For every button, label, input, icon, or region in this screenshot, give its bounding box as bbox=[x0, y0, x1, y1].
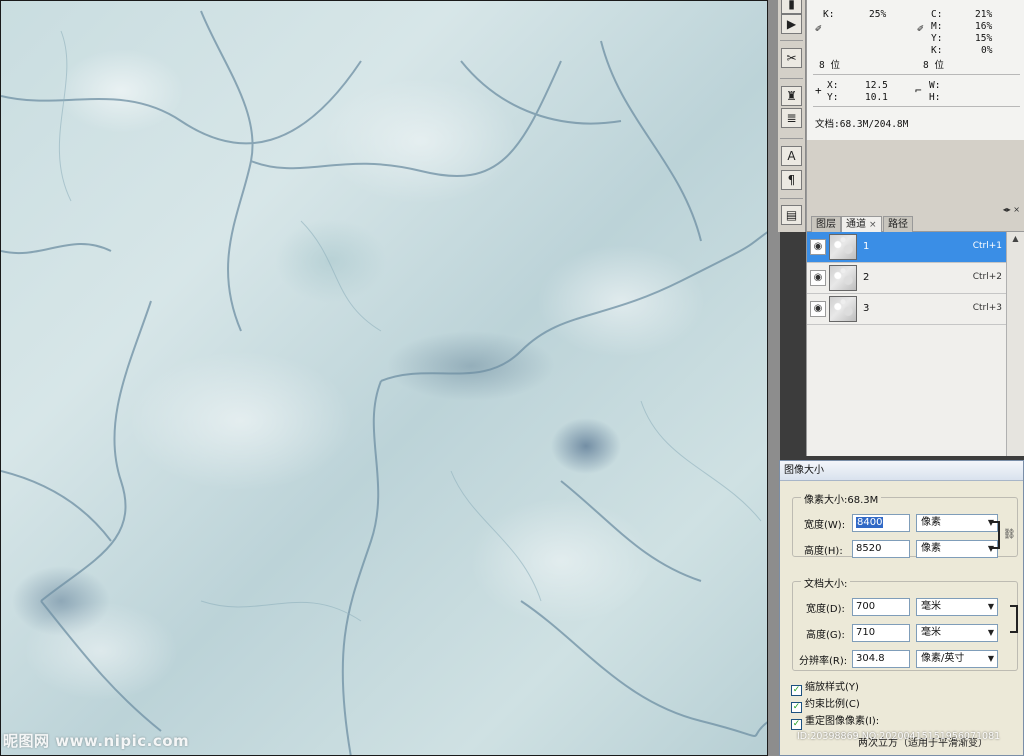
crosshair-icon: + bbox=[815, 84, 822, 97]
channel-shortcut: Ctrl+3 bbox=[972, 303, 1002, 313]
eye-icon[interactable]: ◉ bbox=[810, 239, 826, 255]
watermark-text: 昵图网 www.nipic.com bbox=[3, 732, 190, 750]
actions-icon[interactable]: ▮ bbox=[781, 0, 802, 14]
info-w-label: W: bbox=[929, 80, 941, 91]
selection-size-icon: ⌐ bbox=[915, 84, 922, 97]
chevron-down-icon: ▼ bbox=[987, 628, 994, 637]
info-k2-label: K: bbox=[931, 45, 943, 56]
info-k2-value: 0% bbox=[981, 45, 993, 56]
resolution-unit-select[interactable]: 像素/英寸 ▼ bbox=[916, 650, 998, 668]
chevron-down-icon: ▼ bbox=[987, 602, 994, 611]
constrain-bracket bbox=[992, 521, 1000, 549]
type-icon[interactable]: A bbox=[781, 146, 802, 166]
info-m-value: 16% bbox=[975, 21, 993, 32]
resample-checkbox[interactable]: ✓ 重定图像像素(I): bbox=[791, 715, 879, 730]
paragraph-icon[interactable]: ¶ bbox=[781, 170, 802, 190]
channel-name: 3 bbox=[863, 303, 870, 314]
brush-icon[interactable]: ✂ bbox=[781, 48, 802, 68]
image-id-overlay: ID:20398869 NO:20200415151956071081 bbox=[797, 731, 1001, 742]
chevron-down-icon: ▼ bbox=[987, 654, 994, 663]
eyedropper-icon: ✐ bbox=[815, 22, 822, 35]
pixel-width-input[interactable]: 8400 bbox=[852, 514, 910, 532]
play-icon[interactable]: ▶ bbox=[781, 14, 802, 34]
info-k-value: 25% bbox=[869, 9, 887, 20]
info-y-label: Y: bbox=[931, 33, 943, 44]
channel-name: 1 bbox=[863, 241, 870, 252]
info-doc-size: 文档:68.3M/204.8M bbox=[815, 119, 909, 130]
eye-icon[interactable]: ◉ bbox=[810, 270, 826, 286]
doc-width-unit-select[interactable]: 毫米 ▼ bbox=[916, 598, 998, 616]
dialog-title[interactable]: 图像大小 bbox=[780, 461, 1023, 481]
doc-constrain-bracket bbox=[1010, 605, 1018, 633]
palette-dock: ▮ ▶ ✂ ♜ ≣ A ¶ ▤ bbox=[778, 0, 806, 232]
document-size-title: 文档大小: bbox=[801, 575, 851, 590]
resolution-label: 分辨率(R): bbox=[799, 656, 848, 667]
doc-width-input[interactable]: 700 bbox=[852, 598, 910, 616]
channel-row[interactable]: ◉ 3 Ctrl+3 bbox=[807, 294, 1006, 325]
panel-tabs: 图层 通道 × 路径 bbox=[807, 214, 1024, 233]
info-bits-right: 8 位 bbox=[923, 60, 944, 71]
document-canvas[interactable]: 昵图网 www.nipic.com bbox=[0, 0, 768, 756]
pixel-width-unit-select[interactable]: 像素 ▼ bbox=[916, 514, 998, 532]
width-label: 宽度(W): bbox=[804, 520, 846, 531]
height-label: 高度(H): bbox=[804, 546, 843, 557]
pixel-height-input[interactable]: 8520 bbox=[852, 540, 910, 558]
constrain-proportions-checkbox[interactable]: ✓ 约束比例(C) bbox=[791, 698, 860, 713]
eye-icon[interactable]: ◉ bbox=[810, 301, 826, 317]
info-x-value: 12.5 bbox=[865, 80, 888, 91]
info-k-label: K: bbox=[823, 9, 835, 20]
info-y-value: 15% bbox=[975, 33, 993, 44]
checkbox-checked-icon: ✓ bbox=[791, 719, 802, 730]
close-icon[interactable]: × bbox=[869, 220, 877, 230]
info-c-label: C: bbox=[931, 9, 943, 20]
channels-scrollbar[interactable]: ▲ bbox=[1006, 232, 1024, 456]
chain-link-icon: ⛓ bbox=[1003, 529, 1016, 540]
info-panel: K: 25% ✐ ✐ C: 21% M: 16% Y: 15% K: 0% 8 … bbox=[806, 0, 1024, 140]
scale-styles-checkbox[interactable]: ✓ 缩放样式(Y) bbox=[791, 681, 859, 696]
info-y2-label: Y: bbox=[827, 92, 839, 103]
info-y2-value: 10.1 bbox=[865, 92, 888, 103]
doc-height-input[interactable]: 710 bbox=[852, 624, 910, 642]
checkbox-checked-icon: ✓ bbox=[791, 685, 802, 696]
marble-veins bbox=[1, 10, 767, 755]
channel-thumbnail bbox=[829, 234, 857, 260]
pixel-height-unit-select[interactable]: 像素 ▼ bbox=[916, 540, 998, 558]
doc-height-label: 高度(G): bbox=[806, 630, 845, 641]
tab-layers[interactable]: 图层 bbox=[811, 216, 841, 232]
scroll-up-icon[interactable]: ▲ bbox=[1007, 232, 1024, 246]
info-m-label: M: bbox=[931, 21, 943, 32]
info-x-label: X: bbox=[827, 80, 839, 91]
channel-shortcut: Ctrl+1 bbox=[972, 241, 1002, 251]
doc-height-unit-select[interactable]: 毫米 ▼ bbox=[916, 624, 998, 642]
channels-panel: ◂▸ × 图层 通道 × 路径 ◉ 1 Ctrl+1 ◉ 2 Ctrl+2 ◉ 3… bbox=[806, 206, 1024, 456]
history-brush-icon[interactable]: ≣ bbox=[781, 108, 802, 128]
info-h-label: H: bbox=[929, 92, 941, 103]
checkbox-checked-icon: ✓ bbox=[791, 702, 802, 713]
channel-shortcut: Ctrl+2 bbox=[972, 272, 1002, 282]
doc-width-label: 宽度(D): bbox=[806, 604, 845, 615]
dock-empty-area bbox=[806, 140, 1024, 206]
pixel-dimensions-title: 像素大小:68.3M bbox=[801, 491, 882, 506]
layer-comps-icon[interactable]: ▤ bbox=[781, 205, 802, 225]
panel-titlebar: ◂▸ × bbox=[807, 206, 1024, 214]
channel-thumbnail bbox=[829, 296, 857, 322]
channel-thumbnail bbox=[829, 265, 857, 291]
stamp-icon[interactable]: ♜ bbox=[781, 86, 802, 106]
panel-controls[interactable]: ◂▸ × bbox=[1003, 206, 1020, 214]
info-bits-left: 8 位 bbox=[819, 60, 840, 71]
channel-name: 2 bbox=[863, 272, 870, 283]
channel-row[interactable]: ◉ 2 Ctrl+2 bbox=[807, 263, 1006, 294]
resolution-input[interactable]: 304.8 bbox=[852, 650, 910, 668]
image-size-dialog: 图像大小 像素大小:68.3M 宽度(W): 8400 像素 ▼ 高度(H): 8… bbox=[779, 460, 1024, 756]
tab-paths[interactable]: 路径 bbox=[883, 216, 913, 232]
info-c-value: 21% bbox=[975, 9, 993, 20]
channel-row[interactable]: ◉ 1 Ctrl+1 bbox=[807, 232, 1006, 263]
tab-channels[interactable]: 通道 × bbox=[841, 216, 882, 233]
eyedropper-cmyk-icon: ✐ bbox=[917, 22, 924, 35]
